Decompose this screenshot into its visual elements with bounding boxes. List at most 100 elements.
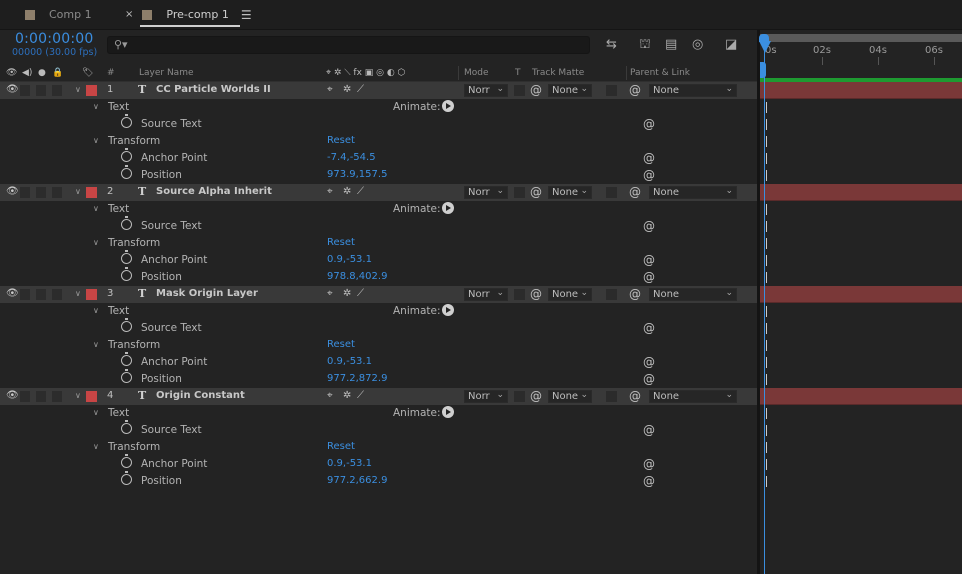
tab-pre-comp-1[interactable]: × Pre-comp 1 ☰ xyxy=(125,5,252,24)
stopwatch-icon[interactable] xyxy=(121,114,132,128)
stopwatch-icon[interactable] xyxy=(121,454,132,468)
current-time-indicator[interactable] xyxy=(759,41,771,53)
source-text-row[interactable]: Source Text @ xyxy=(0,318,757,337)
pick-whip-icon[interactable]: @ xyxy=(530,185,542,199)
position-row[interactable]: Position 973.9,157.5 @ xyxy=(0,165,757,184)
quality-switch-icon[interactable]: ⟋ xyxy=(357,186,364,197)
eye-icon[interactable]: 👁 xyxy=(6,390,19,401)
layer-name[interactable]: Source Alpha Inherit xyxy=(156,186,272,197)
layer-row[interactable]: 👁 ∨ 1 T CC Particle Worlds II ⌖ ✲ ⟋ Norr… xyxy=(0,82,757,99)
collapse-switch-icon[interactable]: ✲ xyxy=(343,186,351,197)
pick-whip-icon[interactable]: @ xyxy=(643,474,655,488)
parent-pick-whip-icon[interactable]: @ xyxy=(629,83,641,97)
search-input[interactable]: ⚲▾ xyxy=(107,36,590,54)
transform-group-row[interactable]: ∨ Transform Reset xyxy=(0,337,757,354)
reset-link[interactable]: Reset xyxy=(327,237,355,248)
stopwatch-icon[interactable] xyxy=(121,165,132,179)
chevron-down-icon[interactable]: ∨ xyxy=(93,136,99,145)
label-color-swatch[interactable] xyxy=(86,85,97,96)
mode-dropdown[interactable]: Norr ⌄ xyxy=(464,84,508,97)
position-row[interactable]: Position 977.2,662.9 @ xyxy=(0,471,757,490)
parent-dropdown[interactable]: None ⌄ xyxy=(649,288,737,301)
text-group-row[interactable]: ∨ Text Animate: xyxy=(0,405,757,422)
position-row[interactable]: Position 977.2,872.9 @ xyxy=(0,369,757,388)
source-text-row[interactable]: Source Text @ xyxy=(0,114,757,133)
audio-toggle[interactable] xyxy=(20,187,30,198)
pick-whip-icon[interactable]: @ xyxy=(530,287,542,301)
close-tab-icon[interactable]: × xyxy=(125,9,133,20)
animate-label[interactable]: Animate: xyxy=(393,203,441,215)
lock-toggle[interactable] xyxy=(52,289,62,300)
mode-dropdown[interactable]: Norr ⌄ xyxy=(464,390,508,403)
chevron-down-icon[interactable]: ∨ xyxy=(93,238,99,247)
shy-switch-icon[interactable]: ⌖ xyxy=(327,390,333,401)
pick-whip-icon[interactable]: @ xyxy=(530,389,542,403)
parent-dropdown[interactable]: None ⌄ xyxy=(649,186,737,199)
preserve-transparency-toggle[interactable] xyxy=(514,85,525,96)
track-matte-dropdown[interactable]: None ⌄ xyxy=(548,186,592,199)
anchor-point-value[interactable]: 0.9,-53.1 xyxy=(327,254,372,265)
stopwatch-icon[interactable] xyxy=(121,267,132,281)
pick-whip-icon[interactable]: @ xyxy=(643,355,655,369)
stopwatch-icon[interactable] xyxy=(121,216,132,230)
audio-toggle[interactable] xyxy=(20,85,30,96)
label-color-swatch[interactable] xyxy=(86,187,97,198)
pick-whip-icon[interactable]: @ xyxy=(643,423,655,437)
pick-whip-icon[interactable]: @ xyxy=(530,83,542,97)
lock-toggle[interactable] xyxy=(52,85,62,96)
motion-blur-icon[interactable]: ◪ xyxy=(725,37,737,52)
track-matte-dropdown[interactable]: None ⌄ xyxy=(548,84,592,97)
stopwatch-icon[interactable] xyxy=(121,148,132,162)
stopwatch-icon[interactable] xyxy=(121,471,132,485)
time-ruler[interactable]: 0s 02s 04s 06s xyxy=(760,31,962,65)
stopwatch-icon[interactable] xyxy=(121,318,132,332)
layer-row[interactable]: 👁 ∨ 2 T Source Alpha Inherit ⌖ ✲ ⟋ Norr ⌄… xyxy=(0,184,757,201)
pick-whip-icon[interactable]: @ xyxy=(643,270,655,284)
label-color-swatch[interactable] xyxy=(86,391,97,402)
current-time-display[interactable]: 0:00:00:00 xyxy=(15,31,94,47)
matte-invert-toggle[interactable] xyxy=(606,391,617,402)
layer-row[interactable]: 👁 ∨ 3 T Mask Origin Layer ⌖ ✲ ⟋ Norr ⌄ @ … xyxy=(0,286,757,303)
position-row[interactable]: Position 978.8,402.9 @ xyxy=(0,267,757,286)
shy-switch-icon[interactable]: ⌖ xyxy=(327,186,333,197)
layer-duration-bar[interactable] xyxy=(760,82,962,99)
solo-toggle[interactable] xyxy=(36,289,46,300)
time-navigator[interactable] xyxy=(760,34,962,42)
anchor-point-row[interactable]: Anchor Point 0.9,-53.1 @ xyxy=(0,250,757,269)
stopwatch-icon[interactable] xyxy=(121,369,132,383)
solo-toggle[interactable] xyxy=(36,85,46,96)
animate-play-icon[interactable] xyxy=(442,202,454,214)
quality-switch-icon[interactable]: ⟋ xyxy=(357,288,364,299)
collapse-switch-icon[interactable]: ✲ xyxy=(343,288,351,299)
quality-switch-icon[interactable]: ⟋ xyxy=(357,390,364,401)
stopwatch-icon[interactable] xyxy=(121,250,132,264)
pick-whip-icon[interactable]: @ xyxy=(643,151,655,165)
chevron-down-icon[interactable]: ∨ xyxy=(93,306,99,315)
parent-pick-whip-icon[interactable]: @ xyxy=(629,185,641,199)
chevron-down-icon[interactable]: ∨ xyxy=(93,102,99,111)
anchor-point-row[interactable]: Anchor Point 0.9,-53.1 @ xyxy=(0,352,757,371)
shy-layers-icon[interactable]: ▤ xyxy=(665,37,677,52)
layer-row[interactable]: 👁 ∨ 4 T Origin Constant ⌖ ✲ ⟋ Norr ⌄ @ No… xyxy=(0,388,757,405)
chevron-down-icon[interactable]: ∨ xyxy=(93,408,99,417)
pick-whip-icon[interactable]: @ xyxy=(643,253,655,267)
stopwatch-icon[interactable] xyxy=(121,420,132,434)
layer-duration-bar[interactable] xyxy=(760,388,962,405)
chevron-down-icon[interactable]: ∨ xyxy=(75,85,81,94)
audio-toggle[interactable] xyxy=(20,391,30,402)
tab-comp-1[interactable]: Comp 1 xyxy=(25,5,92,24)
quality-switch-icon[interactable]: ⟋ xyxy=(357,84,364,95)
source-text-row[interactable]: Source Text @ xyxy=(0,216,757,235)
anchor-point-row[interactable]: Anchor Point -7.4,-54.5 @ xyxy=(0,148,757,167)
layer-name[interactable]: CC Particle Worlds II xyxy=(156,84,271,95)
text-group-row[interactable]: ∨ Text Animate: xyxy=(0,303,757,320)
layer-name[interactable]: Mask Origin Layer xyxy=(156,288,258,299)
pick-whip-icon[interactable]: @ xyxy=(643,117,655,131)
source-text-row[interactable]: Source Text @ xyxy=(0,420,757,439)
collapse-switch-icon[interactable]: ✲ xyxy=(343,84,351,95)
anchor-point-row[interactable]: Anchor Point 0.9,-53.1 @ xyxy=(0,454,757,473)
chevron-down-icon[interactable]: ∨ xyxy=(93,204,99,213)
shy-switch-icon[interactable]: ⌖ xyxy=(327,288,333,299)
shy-switch-icon[interactable]: ⌖ xyxy=(327,84,333,95)
preserve-transparency-toggle[interactable] xyxy=(514,289,525,300)
